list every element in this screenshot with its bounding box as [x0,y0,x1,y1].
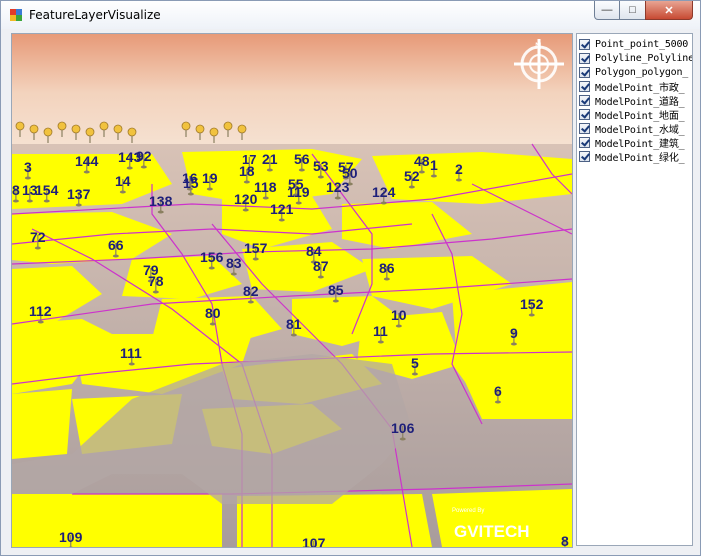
point-label: 2 [455,161,463,177]
watermark-brand: GVITECH [454,522,530,541]
map-canvas[interactable]: N 3 144 1439221485257535617 21181615 19 55501… [12,34,572,547]
point-label: 121 [270,201,294,217]
point-label: 87 [313,258,329,274]
point-label: 107 [302,535,326,547]
point-label: 5 [411,355,419,371]
point-label: 82 [243,283,259,299]
close-icon: ✕ [664,4,674,17]
point-label: 19 [202,170,218,186]
app-window: FeatureLayerVisualize — □ ✕ N 3 144 143 … [0,0,701,556]
point-label: 14 [115,173,131,189]
point-label: 80 [205,305,221,321]
window-title: FeatureLayerVisualize [29,8,161,22]
point-label: 8 [12,182,20,198]
layer-item[interactable]: ModelPoint_建筑_ [579,135,692,150]
point-label: 124 [372,184,396,200]
point-label: 1 [430,157,438,173]
minimize-icon: — [601,4,613,16]
point-label: 56 [294,151,310,167]
point-label: 21 [262,151,278,167]
layer-checkbox[interactable] [579,52,590,64]
point-label: 8 [561,533,569,547]
point-label: 78 [148,273,164,289]
layer-item[interactable]: Polygon_polygon_ [579,65,692,79]
layer-item[interactable]: ModelPoint_水域_ [579,121,692,136]
point-label: 48 [414,153,430,169]
point-label: 92 [136,148,152,164]
layer-checkbox[interactable] [579,108,590,120]
layer-item[interactable]: Polyline_Polyline [579,51,693,65]
layer-label: ModelPoint_水域_ [595,124,685,136]
point-label: 152 [520,296,544,312]
point-label: 15 [183,175,199,191]
point-label: 9 [510,325,518,341]
maximize-icon: □ [629,4,636,16]
point-label: 109 [59,529,83,545]
point-label: 3 [24,159,32,175]
layer-label: ModelPoint_道路_ [595,96,685,108]
layer-checkbox[interactable] [579,38,590,50]
point-label: 85 [328,282,344,298]
layer-label: Polygon_polygon_ [595,66,689,78]
point-label: 119 [287,184,310,200]
point-label: 138 [149,193,173,209]
point-label: 118 [254,179,277,195]
layer-checkbox[interactable] [579,136,590,148]
minimize-button[interactable]: — [594,1,620,20]
layer-checkbox[interactable] [579,94,590,106]
layer-checkbox[interactable] [579,122,590,134]
layer-checkbox[interactable] [579,66,590,78]
layer-label: ModelPoint_绿化_ [595,152,685,164]
layer-item[interactable]: ModelPoint_地面_ [579,107,692,122]
layer-item[interactable]: ModelPoint_道路_ [579,93,692,108]
point-label: 154 [35,182,59,198]
close-button[interactable]: ✕ [645,1,693,20]
point-label: 6 [494,383,502,399]
layer-item[interactable]: ModelPoint_市政_ [579,79,692,94]
point-label: 13 [22,182,38,198]
point-label: 123 [326,179,350,195]
layer-label: ModelPoint_建筑_ [595,138,685,150]
layer-item[interactable]: ModelPoint_绿化_ [579,149,692,164]
layer-checkbox[interactable] [579,80,590,92]
layer-list[interactable]: Point_point_5000 Polyline_Polyline Polygon… [576,33,693,546]
point-label: 84 [306,243,322,259]
map-3d-view[interactable]: N 3 144 143 92 2 1 48 52 57 53 56 17 21 18 16 15 19 55 50 1… [11,33,573,548]
point-label: 144 [75,153,99,169]
app-icon [10,9,22,21]
point-label: 157 [244,240,268,256]
point-label: 11 [373,323,388,339]
layer-label: Polyline_Polyline [595,52,693,64]
layer-label: Point_point_5000 [595,38,689,50]
point-label: 81 [286,316,302,332]
svg-text:N: N [535,41,542,51]
watermark-powered: Powered By [452,508,484,514]
point-label: 10 [391,307,407,323]
point-label: 66 [108,237,124,253]
maximize-button[interactable]: □ [619,1,646,20]
point-label: 106 [391,420,415,436]
point-label: 18 [239,163,255,179]
layer-item[interactable]: Point_point_5000 [579,37,692,51]
point-label: 112 [29,303,52,319]
point-label: 52 [404,168,420,184]
point-label: 111 [120,345,142,361]
point-label: 72 [30,229,46,245]
layer-label: ModelPoint_市政_ [595,82,685,94]
point-label: 86 [379,260,395,276]
point-label: 137 [67,186,91,202]
layer-label: ModelPoint_地面_ [595,110,685,122]
point-label: 53 [313,158,329,174]
layer-checkbox[interactable] [579,150,590,162]
point-label: 83 [226,255,242,271]
point-label: 156 [200,249,224,265]
